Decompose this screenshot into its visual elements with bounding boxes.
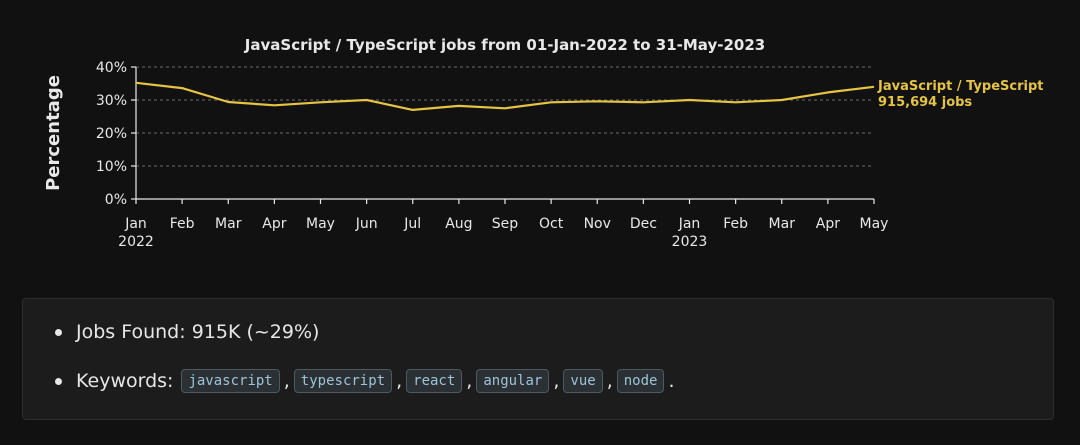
keyword-list: javascript, typescript, react, angular, vue,… xyxy=(179,369,676,393)
x-tick-label: Sep xyxy=(492,216,519,232)
x-tick-label: Aug xyxy=(445,216,472,232)
x-year-label: 2022 xyxy=(118,234,154,250)
y-tick-label: 40% xyxy=(96,60,127,76)
keyword-tag: react xyxy=(406,369,463,393)
keyword-separator: , xyxy=(283,370,290,392)
x-tick-label: Jan xyxy=(124,216,147,232)
series-line xyxy=(135,81,875,112)
series-end-label: 915,694 jobs xyxy=(878,95,972,110)
x-tick-label: Jan xyxy=(678,216,701,232)
x-year-label: 2023 xyxy=(672,234,708,250)
keyword-tag: angular xyxy=(476,369,550,393)
y-tick-label: 0% xyxy=(105,192,127,208)
x-tick-label: Jul xyxy=(403,216,421,232)
y-tick-label: 10% xyxy=(96,159,127,175)
y-ticks: 0% 10% 20% 30% 40% xyxy=(96,60,136,208)
x-tick-label: Mar xyxy=(769,216,796,232)
keyword-separator: , xyxy=(396,370,403,392)
keyword-tag: javascript xyxy=(181,369,280,393)
jobs-found-text: Jobs Found: 915K (~29%) xyxy=(76,321,320,343)
keyword-tag: typescript xyxy=(293,369,393,393)
x-tick-label: Nov xyxy=(584,216,611,232)
series-group: JavaScript / TypeScript915,694 jobs xyxy=(135,79,1044,112)
keyword-separator: , xyxy=(606,370,613,392)
keywords-label: Keywords: xyxy=(76,370,174,392)
x-tick-label: Mar xyxy=(215,216,242,232)
x-tick-label: Feb xyxy=(723,216,748,232)
keyword-tag: vue xyxy=(563,369,603,393)
series-end-label: JavaScript / TypeScript xyxy=(877,79,1044,94)
y-tick-label: 20% xyxy=(96,126,127,142)
y-tick-label: 30% xyxy=(96,93,127,109)
keywords-item: Keywords: javascript, typescript, react, an… xyxy=(55,369,677,393)
x-tick-label: Apr xyxy=(262,216,286,232)
bullet-icon xyxy=(55,328,62,336)
jobs-found-item: Jobs Found: 915K (~29%) xyxy=(55,321,319,343)
keyword-separator: , xyxy=(466,370,473,392)
y-axis-label: Percentage xyxy=(43,75,64,191)
line-chart: JavaScript / TypeScript jobs from 01-Jan… xyxy=(43,36,1044,250)
keyword-tag: node xyxy=(616,369,665,393)
x-tick-label: Feb xyxy=(170,216,195,232)
grid xyxy=(136,66,874,167)
keyword-separator: . xyxy=(668,370,675,392)
bullet-icon xyxy=(55,377,62,385)
x-tick-label: May xyxy=(860,216,889,232)
x-ticks: Jan Feb Mar Apr May Jun Jul Aug Sep Oct Nov Dec Jan F… xyxy=(118,199,888,250)
keyword-separator: , xyxy=(553,370,560,392)
x-tick-label: Oct xyxy=(539,216,564,232)
x-tick-label: May xyxy=(306,216,335,232)
x-tick-label: Dec xyxy=(630,216,657,232)
job-info-panel: Jobs Found: 915K (~29%) Keywords: javasc… xyxy=(22,298,1054,420)
x-tick-label: Jun xyxy=(355,216,378,232)
chart-title: JavaScript / TypeScript jobs from 01-Jan… xyxy=(244,36,765,54)
x-tick-label: Apr xyxy=(816,216,840,232)
